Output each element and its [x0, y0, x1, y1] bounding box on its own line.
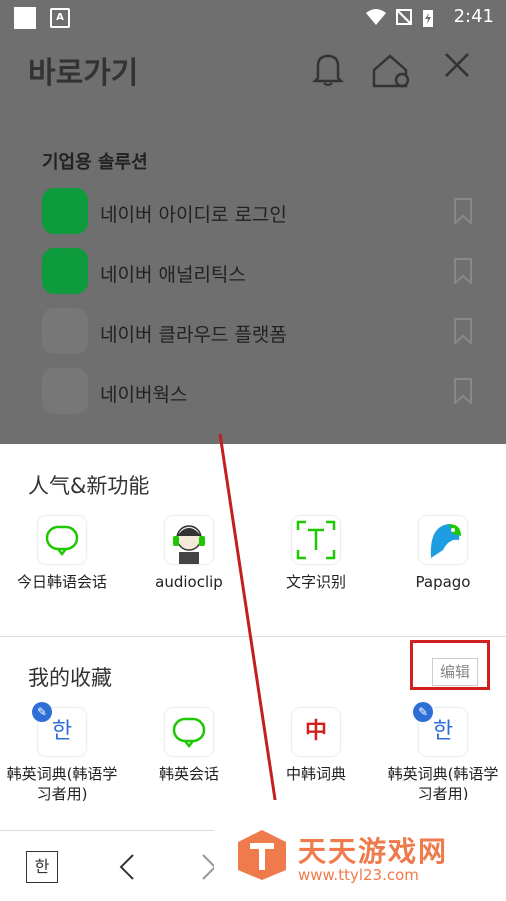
watermark-url: www.ttyl23.com	[298, 866, 419, 884]
back-chevron-icon[interactable]	[118, 853, 136, 881]
watermark-logo-icon	[238, 830, 286, 880]
watermark: 天天游戏网 www.ttyl23.com	[214, 800, 506, 900]
watermark-name: 天天游戏网	[298, 835, 449, 868]
annotation-arrow-line	[218, 433, 278, 807]
korean-keyboard-button[interactable]: 한	[26, 851, 58, 883]
